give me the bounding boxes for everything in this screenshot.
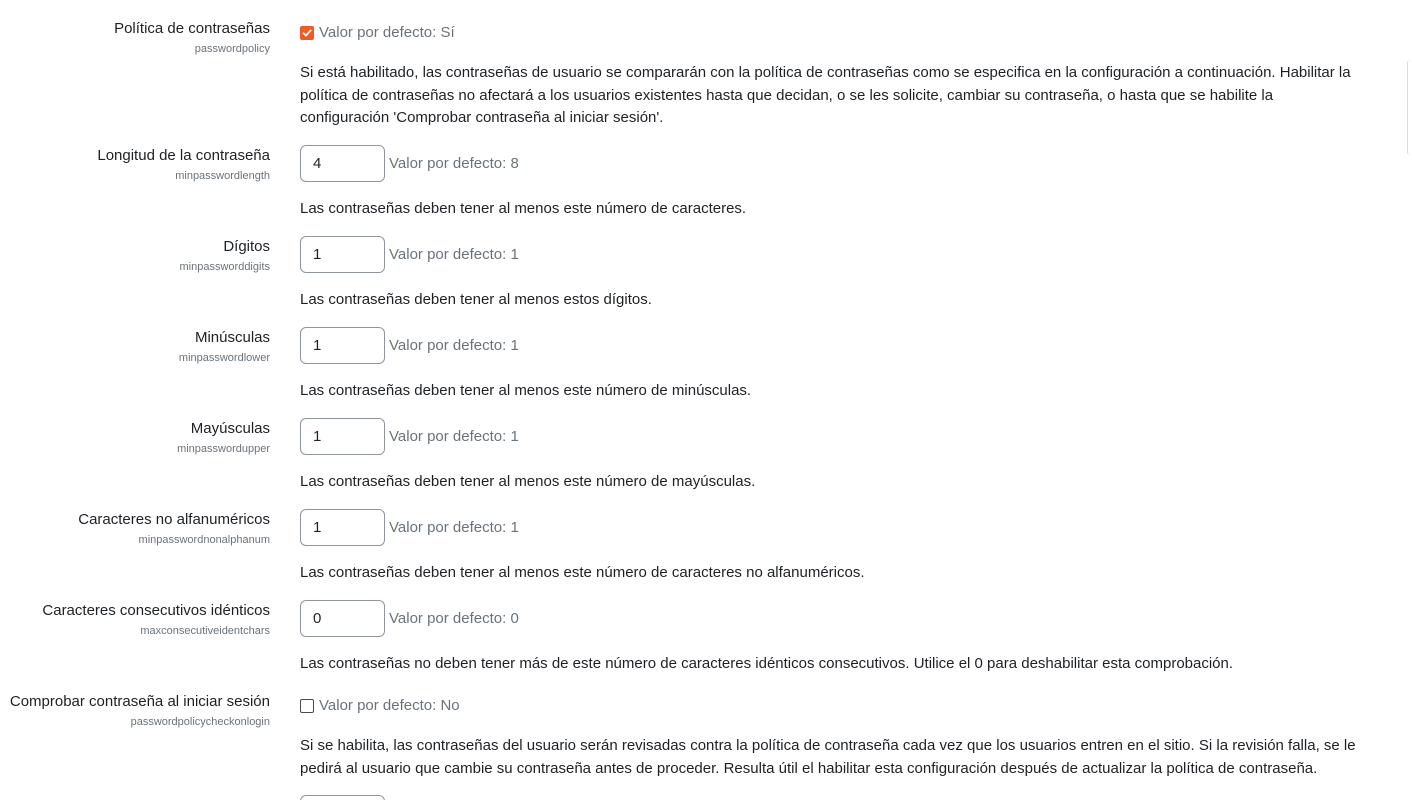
setting-label: Caracteres consecutivos idénticos maxcon…: [0, 602, 270, 638]
scrollbar[interactable]: [1407, 60, 1412, 155]
default-value: Valor por defecto: 1: [389, 428, 519, 445]
setting-label: Caracteres no alfanuméricos minpasswordn…: [0, 511, 270, 547]
setting-label: Política de contraseñas passwordpolicy: [0, 20, 270, 56]
setting-label: Comprobar contraseña al iniciar sesión p…: [0, 693, 270, 729]
minpasswordlength-input[interactable]: [300, 145, 385, 182]
text-control: Valor por defecto: 1: [300, 327, 519, 364]
setting-description: Las contraseñas deben tener al menos est…: [300, 473, 756, 490]
setting-key: minpasswordlower: [178, 352, 270, 364]
default-value: Valor por defecto: 1: [389, 246, 519, 263]
setting-title: Mayúsculas: [190, 420, 270, 437]
minpassworddigits-input[interactable]: [300, 236, 385, 273]
setting-label: Minúsculas minpasswordlower: [0, 329, 270, 365]
setting-title: Comprobar contraseña al iniciar sesión: [9, 693, 270, 710]
minpasswordlower-input[interactable]: [300, 327, 385, 364]
setting-title: Caracteres no alfanuméricos: [78, 511, 270, 528]
setting-description: Si está habilitado, las contraseñas de u…: [300, 64, 1351, 126]
setting-title: Dígitos: [223, 238, 270, 255]
setting-title: Política de contraseñas: [114, 20, 270, 37]
default-value: Valor por defecto: Sí: [319, 24, 455, 41]
setting-key: minpassworddigits: [179, 261, 270, 273]
text-control: Valor por defecto: 8: [300, 145, 519, 182]
setting-key: passwordpolicycheckonlogin: [130, 716, 270, 728]
passwordpolicy-checkbox[interactable]: [300, 25, 314, 40]
next-setting-input[interactable]: [300, 795, 385, 800]
checkbox-control: Valor por defecto: No: [300, 697, 460, 714]
setting-description: Las contraseñas no deben tener más de es…: [300, 655, 1234, 672]
setting-title: Longitud de la contraseña: [97, 147, 270, 164]
setting-label: Dígitos minpassworddigits: [0, 238, 270, 274]
default-value: Valor por defecto: 1: [389, 519, 519, 536]
setting-key: passwordpolicy: [194, 43, 270, 55]
setting-key: minpasswordnonalphanum: [138, 534, 270, 546]
setting-description: Si se habilita, las contraseñas del usua…: [300, 737, 1356, 777]
setting-description: Las contraseñas deben tener al menos est…: [300, 564, 865, 581]
checkbox-control: Valor por defecto: Sí: [300, 24, 455, 41]
passwordpolicycheckonlogin-checkbox[interactable]: [300, 698, 314, 713]
checkmark-icon: [302, 29, 312, 36]
setting-description: Las contraseñas deben tener al menos est…: [300, 291, 652, 308]
default-value: Valor por defecto: 8: [389, 155, 519, 172]
text-control: Valor por defecto: 1: [300, 236, 519, 273]
text-control: Valor por defecto: 1: [300, 418, 519, 455]
default-value: Valor por defecto: 1: [389, 337, 519, 354]
minpasswordupper-input[interactable]: [300, 418, 385, 455]
default-value: Valor por defecto: No: [319, 697, 460, 714]
setting-label: Longitud de la contraseña minpasswordlen…: [0, 147, 270, 183]
setting-key: minpasswordupper: [177, 443, 270, 455]
minpasswordnonalphanum-input[interactable]: [300, 509, 385, 546]
text-control: Valor por defecto: 1: [300, 509, 519, 546]
setting-description: Las contraseñas deben tener al menos est…: [300, 382, 752, 399]
setting-title: Caracteres consecutivos idénticos: [42, 602, 270, 619]
setting-key: minpasswordlength: [175, 170, 270, 182]
setting-label: Mayúsculas minpasswordupper: [0, 420, 270, 456]
maxconsecutiveidentchars-input[interactable]: [300, 600, 385, 637]
admin-settings-page: Política de contraseñas passwordpolicy V…: [0, 0, 1412, 800]
setting-title: Minúsculas: [194, 329, 270, 346]
setting-description: Las contraseñas deben tener al menos est…: [300, 200, 747, 217]
setting-key: maxconsecutiveidentchars: [140, 625, 270, 637]
default-value: Valor por defecto: 0: [389, 610, 519, 627]
text-control: Valor por defecto: 0: [300, 600, 519, 637]
